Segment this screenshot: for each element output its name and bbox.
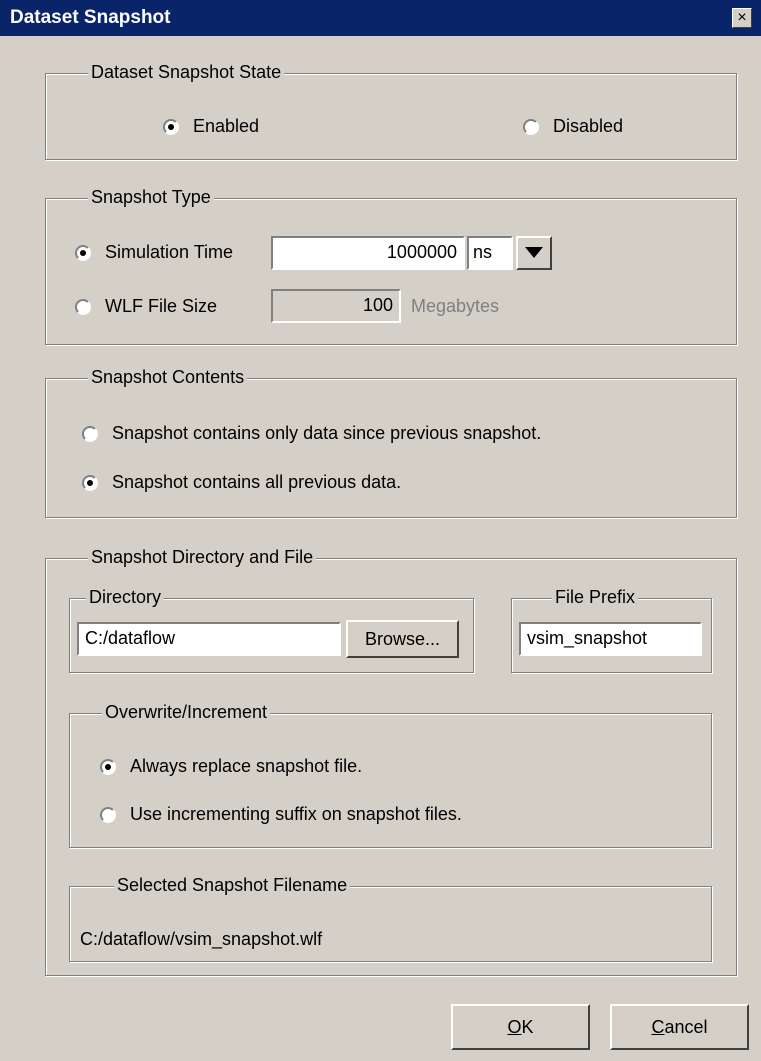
- radio-all-previous-indicator[interactable]: [82, 474, 98, 491]
- time-unit-select[interactable]: ns: [467, 236, 513, 270]
- overwrite-group: Overwrite/Increment: [69, 702, 712, 848]
- radio-incrementing-suffix-indicator[interactable]: [100, 806, 116, 823]
- cancel-mnemonic: C: [651, 1017, 665, 1037]
- radio-simulation-time-indicator[interactable]: [75, 244, 91, 261]
- overwrite-legend: Overwrite/Increment: [102, 702, 271, 723]
- radio-disabled-label: Disabled: [553, 116, 624, 136]
- cancel-label-rest: ancel: [664, 1017, 708, 1037]
- file-prefix-legend: File Prefix: [552, 587, 639, 608]
- wlf-file-size-input[interactable]: 100: [271, 289, 401, 323]
- radio-all-previous[interactable]: Snapshot contains all previous data.: [82, 472, 401, 493]
- selected-filename-legend: Selected Snapshot Filename: [114, 875, 351, 896]
- file-prefix-input[interactable]: vsim_snapshot: [519, 622, 702, 656]
- browse-button[interactable]: Browse...: [346, 620, 459, 658]
- time-unit-dropdown-button[interactable]: [516, 236, 552, 270]
- radio-simulation-time[interactable]: Simulation Time: [75, 242, 233, 263]
- snapshot-directory-legend: Snapshot Directory and File: [88, 547, 317, 568]
- radio-incrementing-suffix-label: Use incrementing suffix on snapshot file…: [130, 804, 462, 824]
- close-button[interactable]: ×: [732, 8, 752, 28]
- radio-always-replace-label: Always replace snapshot file.: [130, 756, 363, 776]
- snapshot-contents-group: Snapshot Contents: [45, 367, 737, 518]
- radio-simulation-time-label: Simulation Time: [105, 242, 234, 262]
- radio-enabled-indicator[interactable]: [163, 118, 179, 135]
- radio-disabled-indicator[interactable]: [523, 118, 539, 135]
- ok-label-rest: K: [521, 1017, 534, 1037]
- snapshot-contents-legend: Snapshot Contents: [88, 367, 248, 388]
- simulation-time-input[interactable]: 1000000: [271, 236, 465, 270]
- radio-always-replace[interactable]: Always replace snapshot file.: [100, 756, 362, 777]
- wlf-size-unit-label: Megabytes: [411, 296, 500, 316]
- radio-disabled[interactable]: Disabled: [523, 116, 623, 137]
- selected-filename-group: Selected Snapshot Filename: [69, 875, 712, 962]
- ok-button[interactable]: OK: [451, 1004, 590, 1050]
- radio-since-previous[interactable]: Snapshot contains only data since previo…: [82, 423, 541, 444]
- radio-always-replace-indicator[interactable]: [100, 758, 116, 775]
- radio-wlf-file-size-label: WLF File Size: [105, 296, 218, 316]
- radio-wlf-file-size-indicator[interactable]: [75, 298, 91, 315]
- chevron-down-icon: [525, 247, 543, 258]
- directory-legend: Directory: [86, 587, 165, 608]
- radio-enabled[interactable]: Enabled: [163, 116, 259, 137]
- ok-mnemonic: O: [507, 1017, 522, 1037]
- snapshot-type-legend: Snapshot Type: [88, 187, 214, 208]
- close-icon: ×: [737, 9, 747, 26]
- radio-wlf-file-size[interactable]: WLF File Size: [75, 296, 217, 317]
- snapshot-state-group: Dataset Snapshot State: [45, 62, 737, 160]
- window-title: Dataset Snapshot: [10, 7, 171, 28]
- radio-since-previous-indicator[interactable]: [82, 425, 98, 442]
- radio-all-previous-label: Snapshot contains all previous data.: [112, 472, 402, 492]
- snapshot-state-legend: Dataset Snapshot State: [88, 62, 285, 83]
- directory-input[interactable]: C:/dataflow: [77, 622, 341, 656]
- cancel-button[interactable]: Cancel: [610, 1004, 749, 1050]
- radio-enabled-label: Enabled: [193, 116, 260, 136]
- selected-filename-value: C:/dataflow/vsim_snapshot.wlf: [80, 929, 323, 949]
- radio-since-previous-label: Snapshot contains only data since previo…: [112, 423, 542, 443]
- radio-incrementing-suffix[interactable]: Use incrementing suffix on snapshot file…: [100, 804, 462, 825]
